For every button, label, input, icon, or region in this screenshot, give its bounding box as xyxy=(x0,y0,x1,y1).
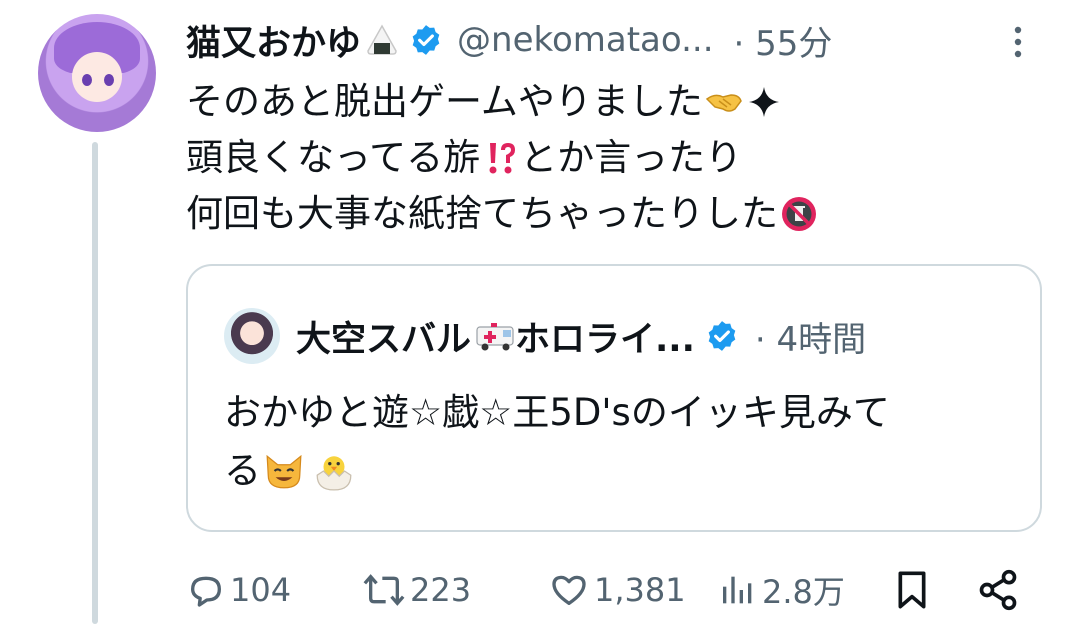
avatar-eye xyxy=(104,74,114,86)
views-count: 2.8万 xyxy=(762,573,845,611)
handshake-icon xyxy=(705,94,742,112)
like-count: 1,381 xyxy=(594,571,686,609)
quote-line-text: る xyxy=(224,449,261,492)
reply-button[interactable]: 104 xyxy=(186,562,291,618)
views-icon xyxy=(723,576,752,604)
bookmark-button[interactable] xyxy=(892,562,936,618)
reply-icon xyxy=(191,576,221,607)
tweet-line-text: 頭良くなってる旂 xyxy=(186,136,481,179)
quote-text: おかゆと遊☆戯☆王5D'sのイッキ見みて る xyxy=(224,384,890,500)
tweet-line-text: 何回も大事な紙捨てちゃったりした xyxy=(186,192,778,235)
avatar-face xyxy=(72,52,122,102)
reply-count: 104 xyxy=(230,571,292,609)
tweet-line: 頭良くなってる旂 とか言ったり xyxy=(186,130,818,186)
avatar-eye xyxy=(82,74,92,86)
like-icon xyxy=(552,575,586,605)
like-button[interactable]: 1,381 xyxy=(548,562,686,618)
bookmark-icon xyxy=(898,571,926,609)
sparkle-icon xyxy=(748,87,779,117)
quoted-tweet[interactable]: 大空スバル ホロライ... · 4時間 おかゆと遊☆戯☆王5D'sのイッキ見みて… xyxy=(186,264,1042,532)
quote-author-name[interactable]: 大空スバル xyxy=(296,311,471,362)
quote-line: おかゆと遊☆戯☆王5D'sのイッキ見みて xyxy=(224,384,890,442)
tweet-line: 何回も大事な紙捨てちゃったりした xyxy=(186,186,818,242)
quote-time[interactable]: · 4時間 xyxy=(755,312,866,361)
tweet-header: 猫又おかゆ @nekomatao... · 55分 xyxy=(186,14,832,66)
author-avatar[interactable] xyxy=(38,14,156,132)
quote-header: 大空スバル ホロライ... · 4時間 xyxy=(224,308,866,364)
tweet-text: そのあと脱出ゲームやりました 頭良くなってる旂 とか言ったり 何回も大事な紙捨て… xyxy=(186,74,818,242)
no-litter-icon xyxy=(782,197,816,231)
repost-count: 223 xyxy=(410,571,472,609)
onigiri-icon xyxy=(367,24,397,55)
quote-author-name-suffix[interactable]: ホロライ... xyxy=(515,311,695,362)
repost-icon xyxy=(363,574,405,606)
verified-icon xyxy=(412,25,440,55)
action-bar: 104 223 1,381 2.8万 xyxy=(186,562,1042,618)
author-handle[interactable]: @nekomatao... xyxy=(457,20,714,60)
tweet-line-text: とか言ったり xyxy=(520,136,743,179)
share-button[interactable] xyxy=(976,562,1024,618)
post-time[interactable]: · 55分 xyxy=(734,16,833,65)
views-button[interactable]: 2.8万 xyxy=(718,562,845,618)
verified-icon xyxy=(708,321,736,351)
repost-button[interactable]: 223 xyxy=(362,562,471,618)
share-icon xyxy=(979,569,1017,611)
more-icon[interactable] xyxy=(1008,22,1028,62)
quote-author-avatar[interactable] xyxy=(224,308,280,364)
ambulance-icon xyxy=(476,323,514,351)
tweet-line-text: そのあと脱出ゲームやりました xyxy=(186,80,703,123)
tweet-line: そのあと脱出ゲームやりました xyxy=(186,74,818,130)
hatching-chick-icon xyxy=(316,456,352,491)
cat-face-icon xyxy=(266,454,302,489)
author-name[interactable]: 猫又おかゆ xyxy=(186,15,361,66)
interrobang-icon xyxy=(489,143,516,174)
quote-line-text: おかゆと遊☆戯☆王5D'sのイッキ見みて xyxy=(224,391,890,434)
thread-line xyxy=(92,142,98,624)
quote-line: る xyxy=(224,442,890,500)
